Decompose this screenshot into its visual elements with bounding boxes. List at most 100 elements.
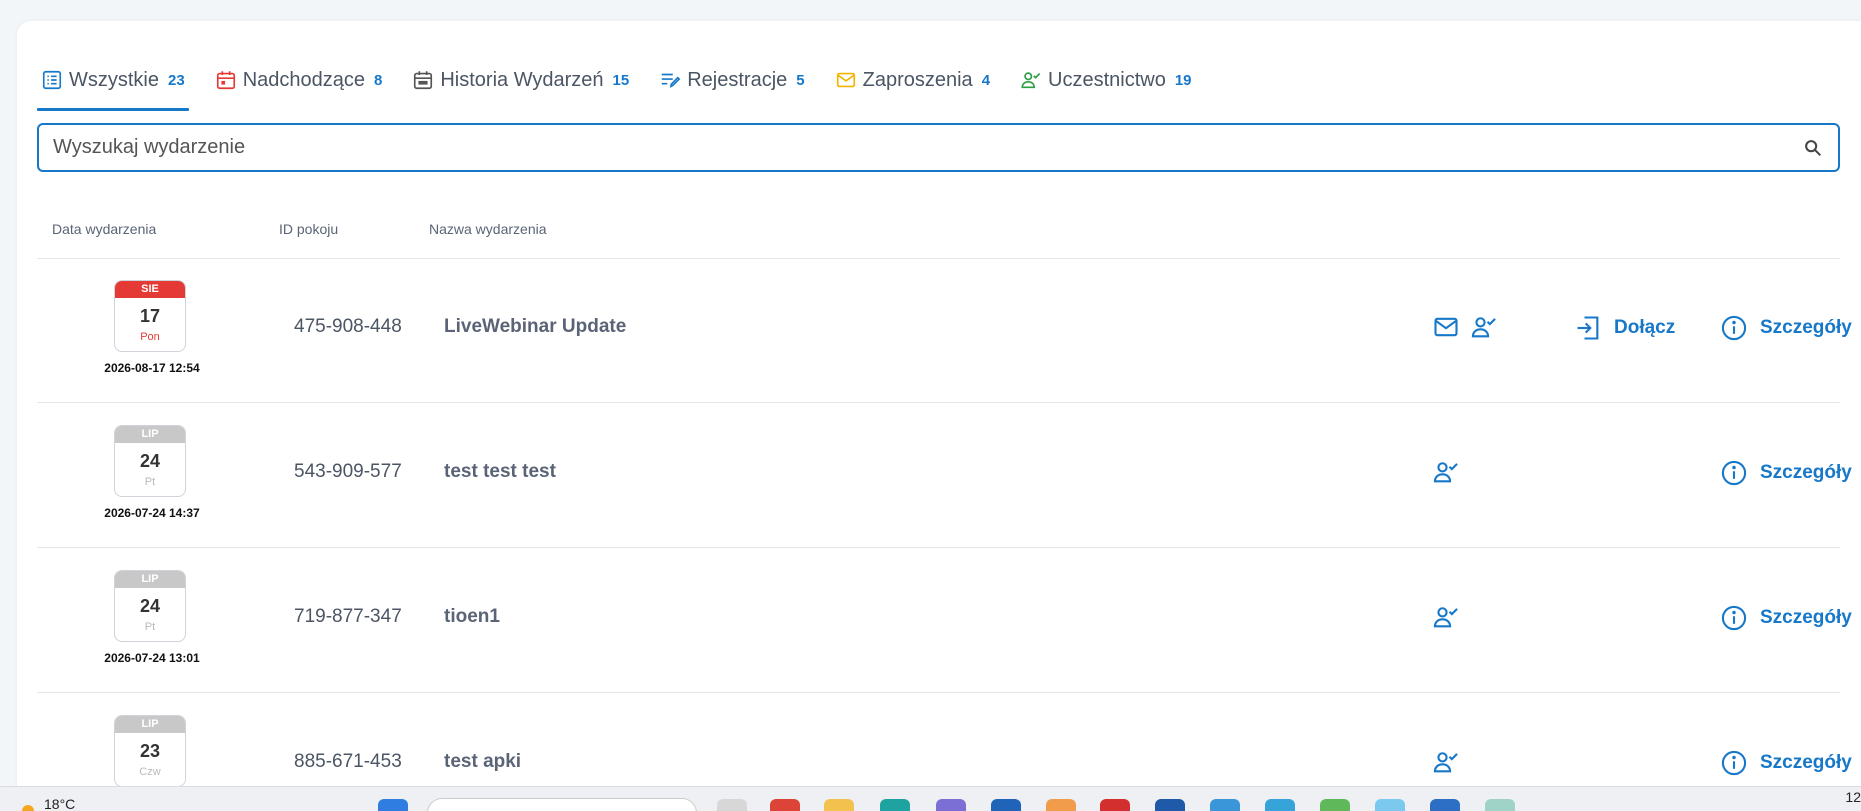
- room-id: 543-909-577: [294, 461, 402, 482]
- tab-label: Rejestracje: [687, 68, 788, 91]
- calendar-day: 24: [139, 451, 161, 471]
- calendar-day: 24: [139, 596, 161, 616]
- header-room: ID pokoju: [279, 221, 339, 237]
- app-icon[interactable]: [1375, 799, 1405, 811]
- calendar-weekday: Pt: [144, 621, 156, 633]
- event-name: tioen1: [444, 606, 500, 627]
- sun-icon: [22, 805, 34, 811]
- table-row[interactable]: SIE 17 Pon 2026-08-17 12:54 475-908-448 …: [37, 259, 1852, 403]
- event-tabs: Wszystkie 23 Nadchodzące 8 Historia Wyda…: [37, 53, 1218, 115]
- calendar-icon: [215, 69, 237, 91]
- temperature: 18°C: [44, 796, 76, 811]
- app-icon[interactable]: [1485, 799, 1515, 811]
- tab-invitations[interactable]: Zaproszenia 4: [831, 53, 994, 107]
- info-icon: [1721, 460, 1747, 486]
- taskbar: 18°C 12: [0, 786, 1861, 811]
- registration-icon: [659, 69, 681, 91]
- taskbar-search[interactable]: [427, 798, 697, 811]
- briefcase-icon[interactable]: [1155, 799, 1185, 811]
- search-input[interactable]: [53, 136, 1802, 159]
- tab-count: 8: [374, 71, 383, 89]
- app-icon[interactable]: [1430, 799, 1460, 811]
- globe-icon[interactable]: [1265, 799, 1295, 811]
- calendar-weekday: Czw: [139, 766, 161, 778]
- tab-attendance[interactable]: Uczestnictwo 19: [1016, 53, 1196, 107]
- tab-label: Wszystkie: [69, 68, 159, 91]
- event-name: test test test: [444, 461, 556, 482]
- table-row[interactable]: LIP 24 Pt 2026-07-24 13:01 719-877-347 t…: [37, 549, 1852, 693]
- teams-icon[interactable]: [936, 799, 966, 811]
- chrome-icon[interactable]: [770, 799, 800, 811]
- details-button[interactable]: Szczegóły: [1720, 314, 1852, 342]
- calendar-month: LIP: [115, 571, 185, 588]
- calendar-history-icon: [412, 69, 434, 91]
- header-name: Nazwa wydarzenia: [429, 221, 547, 237]
- join-button[interactable]: Dołącz: [1574, 314, 1675, 342]
- calendar-badge: SIE 17 Pon: [114, 280, 186, 352]
- join-label: Dołącz: [1614, 317, 1676, 338]
- details-button[interactable]: Szczegóły: [1720, 604, 1852, 632]
- calendar-weekday: Pon: [140, 331, 160, 343]
- app-icon[interactable]: [1320, 799, 1350, 811]
- task-view-icon[interactable]: [717, 799, 747, 811]
- search-icon[interactable]: [1802, 137, 1824, 159]
- details-label: Szczegóły: [1760, 317, 1852, 338]
- calendar-weekday: Pt: [144, 476, 156, 488]
- clock[interactable]: 12: [1845, 789, 1861, 805]
- user-check-icon[interactable]: [1432, 458, 1460, 486]
- room-id: 885-671-453: [294, 751, 402, 772]
- user-check-icon[interactable]: [1470, 313, 1498, 341]
- table-row[interactable]: LIP 24 Pt 2026-07-24 14:37 543-909-577 t…: [37, 404, 1852, 548]
- room-id: 475-908-448: [294, 316, 402, 337]
- notepad-icon[interactable]: [1210, 799, 1240, 811]
- event-datetime: 2026-08-17 12:54: [104, 361, 200, 375]
- calendar-badge: LIP 24 Pt: [114, 570, 186, 642]
- tab-all[interactable]: Wszystkie 23: [37, 53, 189, 111]
- envelope-icon[interactable]: [1432, 313, 1460, 341]
- calendar-badge: LIP 23 Czw: [114, 715, 186, 787]
- event-datetime: 2026-07-24 14:37: [104, 506, 200, 520]
- event-datetime: 2026-07-24 13:01: [104, 651, 200, 665]
- calendar-day: 17: [139, 306, 161, 326]
- details-button[interactable]: Szczegóły: [1720, 459, 1852, 487]
- user-check-icon: [1020, 69, 1042, 91]
- tab-upcoming[interactable]: Nadchodzące 8: [211, 53, 387, 107]
- tab-history[interactable]: Historia Wydarzeń 15: [408, 53, 633, 107]
- details-label: Szczegóły: [1760, 752, 1852, 773]
- start-icon[interactable]: [378, 799, 408, 811]
- opera-icon[interactable]: [1100, 799, 1130, 811]
- outlook-icon[interactable]: [991, 799, 1021, 811]
- envelope-icon: [835, 69, 857, 91]
- tab-registrations[interactable]: Rejestracje 5: [655, 53, 808, 107]
- table-header: Data wydarzenia ID pokoju Nazwa wydarzen…: [37, 221, 1840, 259]
- user-check-icon[interactable]: [1432, 748, 1460, 776]
- user-check-icon[interactable]: [1432, 603, 1460, 631]
- event-name: test apki: [444, 751, 522, 772]
- login-icon: [1577, 316, 1599, 340]
- calendar-day: 23: [139, 741, 161, 761]
- info-icon: [1721, 605, 1747, 631]
- event-name: LiveWebinar Update: [444, 316, 627, 337]
- tab-count: 19: [1174, 71, 1192, 89]
- calendar-month: SIE: [115, 281, 185, 298]
- weather-widget[interactable]: 18°C: [22, 791, 75, 811]
- tab-count: 4: [981, 71, 991, 89]
- room-id: 719-877-347: [294, 606, 402, 627]
- tab-count: 5: [796, 71, 805, 89]
- info-icon: [1721, 315, 1747, 341]
- edge-icon[interactable]: [880, 799, 910, 811]
- folder-icon[interactable]: [824, 799, 854, 811]
- tab-label: Historia Wydarzeń: [440, 68, 604, 91]
- calendar-month: LIP: [115, 716, 185, 733]
- tab-count: 23: [168, 71, 185, 89]
- photos-icon[interactable]: [1046, 799, 1076, 811]
- details-button[interactable]: Szczegóły: [1720, 749, 1852, 777]
- calendar-month: LIP: [115, 426, 185, 443]
- tab-label: Uczestnictwo: [1048, 68, 1166, 91]
- info-icon: [1721, 750, 1747, 776]
- events-panel: Wszystkie 23 Nadchodzące 8 Historia Wyda…: [17, 21, 1861, 811]
- calendar-badge: LIP 24 Pt: [114, 425, 186, 497]
- tab-label: Zaproszenia: [862, 68, 973, 91]
- search-box: [37, 123, 1840, 172]
- list-icon: [41, 69, 63, 91]
